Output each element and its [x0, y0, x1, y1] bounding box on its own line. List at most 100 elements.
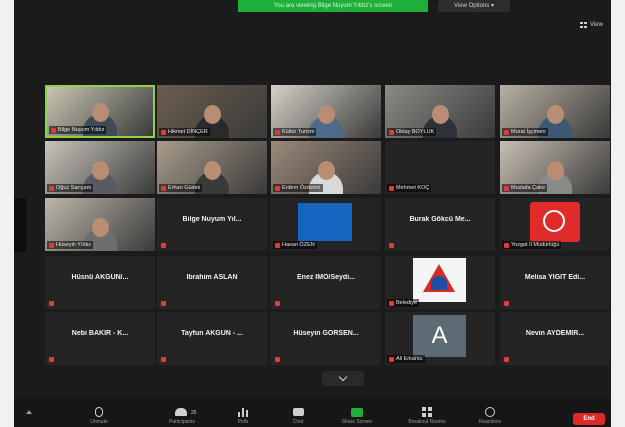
muted-mic-icon	[161, 129, 166, 135]
participant-name: Nevin AYDEMİR...	[525, 330, 585, 337]
share-screen-label: Share Screen	[341, 419, 373, 425]
muted-mic-icon	[389, 243, 394, 248]
participant-tile[interactable]: Erhan Güdek	[157, 141, 267, 194]
share-screen-icon	[351, 407, 363, 417]
muted-mic-icon	[504, 185, 509, 191]
muted-mic-icon	[275, 129, 280, 135]
chat-button[interactable]	[291, 406, 305, 418]
unmute-button[interactable]	[92, 406, 106, 418]
participant-name-label: Kültür Turizm	[273, 128, 317, 136]
reactions-button[interactable]	[483, 406, 497, 418]
muted-mic-icon	[49, 242, 54, 248]
muted-mic-icon	[389, 300, 394, 306]
participant-head	[204, 161, 221, 180]
participant-name: Hüseyin Yıldız	[56, 242, 92, 248]
participant-name: Hüsnü AKGÜN/...	[71, 274, 129, 281]
participants-button[interactable]	[174, 406, 188, 418]
participant-tile[interactable]: Hüseyin Yıldız	[45, 198, 155, 251]
participant-name: Burak Gökcü Me...	[409, 216, 471, 223]
participant-head	[92, 161, 109, 180]
participants-count: 25	[191, 410, 197, 416]
participant-tile[interactable]: Burak Gökcü Me...	[385, 198, 495, 251]
participant-tile[interactable]: Belediye	[385, 256, 495, 309]
profile-logo	[413, 258, 466, 302]
participant-tile[interactable]: Hüsnü AKGÜN/...	[45, 256, 155, 309]
participant-name: İbrahim ASLAN	[186, 274, 238, 281]
participant-tile[interactable]: Mustafa Çakır	[500, 141, 610, 194]
participant-name: Murat İşçimen	[511, 129, 546, 135]
polls-button[interactable]	[236, 406, 250, 418]
participant-name: Belediye	[396, 300, 418, 306]
participant-tile[interactable]: Mehmet KOÇ	[385, 141, 495, 194]
participant-head	[432, 105, 449, 124]
participant-name: Oktay BOYLUK	[396, 129, 435, 135]
participant-head	[92, 218, 109, 237]
participant-name: Bilge Nuyum Yıl...	[182, 216, 242, 223]
participant-tile[interactable]: Hikmet DİNÇER	[157, 85, 267, 138]
muted-mic-icon	[389, 356, 394, 362]
mic-icon	[95, 407, 103, 417]
participant-name-label: Belediye	[387, 299, 420, 307]
muted-mic-icon	[49, 357, 54, 362]
unmute-label: Unmute	[90, 419, 108, 425]
muted-mic-icon	[51, 127, 56, 133]
participant-tile[interactable]: Nevin AYDEMİR...	[500, 312, 610, 365]
participant-tile[interactable]: Erdem Özdemir	[271, 141, 381, 194]
zoom-window: You are viewing Bilge Nuyum Yıldız's scr…	[14, 0, 611, 427]
end-meeting-button[interactable]: End	[573, 413, 605, 425]
muted-mic-icon	[275, 242, 280, 248]
participant-name: Nebi BAKIR - K...	[71, 330, 129, 337]
participant-name-label: Oktay BOYLUK	[387, 128, 437, 136]
side-panel-handle[interactable]	[14, 198, 26, 252]
participant-name: Erdem Özdemir	[282, 185, 321, 191]
participant-name-label: Oğuz Sarıçam	[47, 184, 94, 192]
muted-mic-icon	[49, 301, 54, 306]
mute-caret-button[interactable]	[22, 406, 36, 418]
participant-tile[interactable]: Bilge Nuyum Yıl...	[157, 198, 267, 251]
polls-icon	[238, 407, 248, 417]
participant-tile[interactable]: Oğuz Sarıçam	[45, 141, 155, 194]
reactions-label: Reactions	[478, 419, 502, 425]
participant-name-label: Erdem Özdemir	[273, 184, 323, 192]
muted-mic-icon	[275, 301, 280, 306]
participant-head	[547, 161, 564, 180]
muted-mic-icon	[49, 185, 54, 191]
breakout-rooms-button[interactable]	[420, 406, 434, 418]
participant-tile[interactable]: Murat İşçimen	[500, 85, 610, 138]
participant-tile[interactable]: Hüseyin GÖRSEN...	[271, 312, 381, 365]
muted-mic-icon	[389, 185, 394, 191]
share-screen-button[interactable]	[350, 406, 364, 418]
participant-tile[interactable]: Tayfun AKGÜN - ...	[157, 312, 267, 365]
avatar: A	[413, 315, 466, 357]
participant-name: Kültür Turizm	[282, 129, 315, 135]
muted-mic-icon	[161, 357, 166, 362]
muted-mic-icon	[504, 301, 509, 306]
next-page-button[interactable]	[322, 371, 364, 386]
participant-name-label: Hüseyin Yıldız	[47, 241, 94, 249]
screen-share-banner: You are viewing Bilge Nuyum Yıldız's scr…	[238, 0, 428, 12]
participant-tile[interactable]: Yozgat İl Müdürlüğü	[500, 198, 610, 251]
muted-mic-icon	[389, 129, 394, 135]
participant-tile[interactable]: İbrahim ASLAN	[157, 256, 267, 309]
participant-tile[interactable]: Bilge Nuyum Yıldız	[45, 85, 155, 138]
participant-head	[92, 103, 109, 122]
profile-logo	[298, 203, 352, 241]
view-options-button[interactable]: View Options ▾	[438, 0, 510, 12]
participant-tile[interactable]: Enez İMO/Seydi...	[271, 256, 381, 309]
participant-tile[interactable]: A Ali Erkarsu	[385, 312, 495, 365]
participant-tile[interactable]: Melisa YİĞİT Edi...	[500, 256, 610, 309]
participant-tile[interactable]: Nebi BAKIR - K...	[45, 312, 155, 365]
chat-label: Chat	[292, 419, 304, 425]
view-button[interactable]: View	[580, 22, 603, 28]
grid-icon	[580, 22, 587, 28]
participant-name: Hüseyin GÖRSEN...	[293, 330, 359, 337]
participant-name: Mehmet KOÇ	[396, 185, 430, 191]
participant-tile[interactable]: Oktay BOYLUK	[385, 85, 495, 138]
participant-name-label: Erhan Güdek	[159, 184, 203, 192]
participant-name: Tayfun AKGÜN - ...	[181, 330, 243, 337]
participants-icon	[175, 408, 187, 416]
chevron-down-icon	[338, 372, 348, 382]
participant-name: Hikmet DİNÇER	[168, 129, 208, 135]
participant-tile[interactable]: Kültür Turizm	[271, 85, 381, 138]
participant-tile[interactable]: Hasan ÖZEN	[271, 198, 381, 251]
